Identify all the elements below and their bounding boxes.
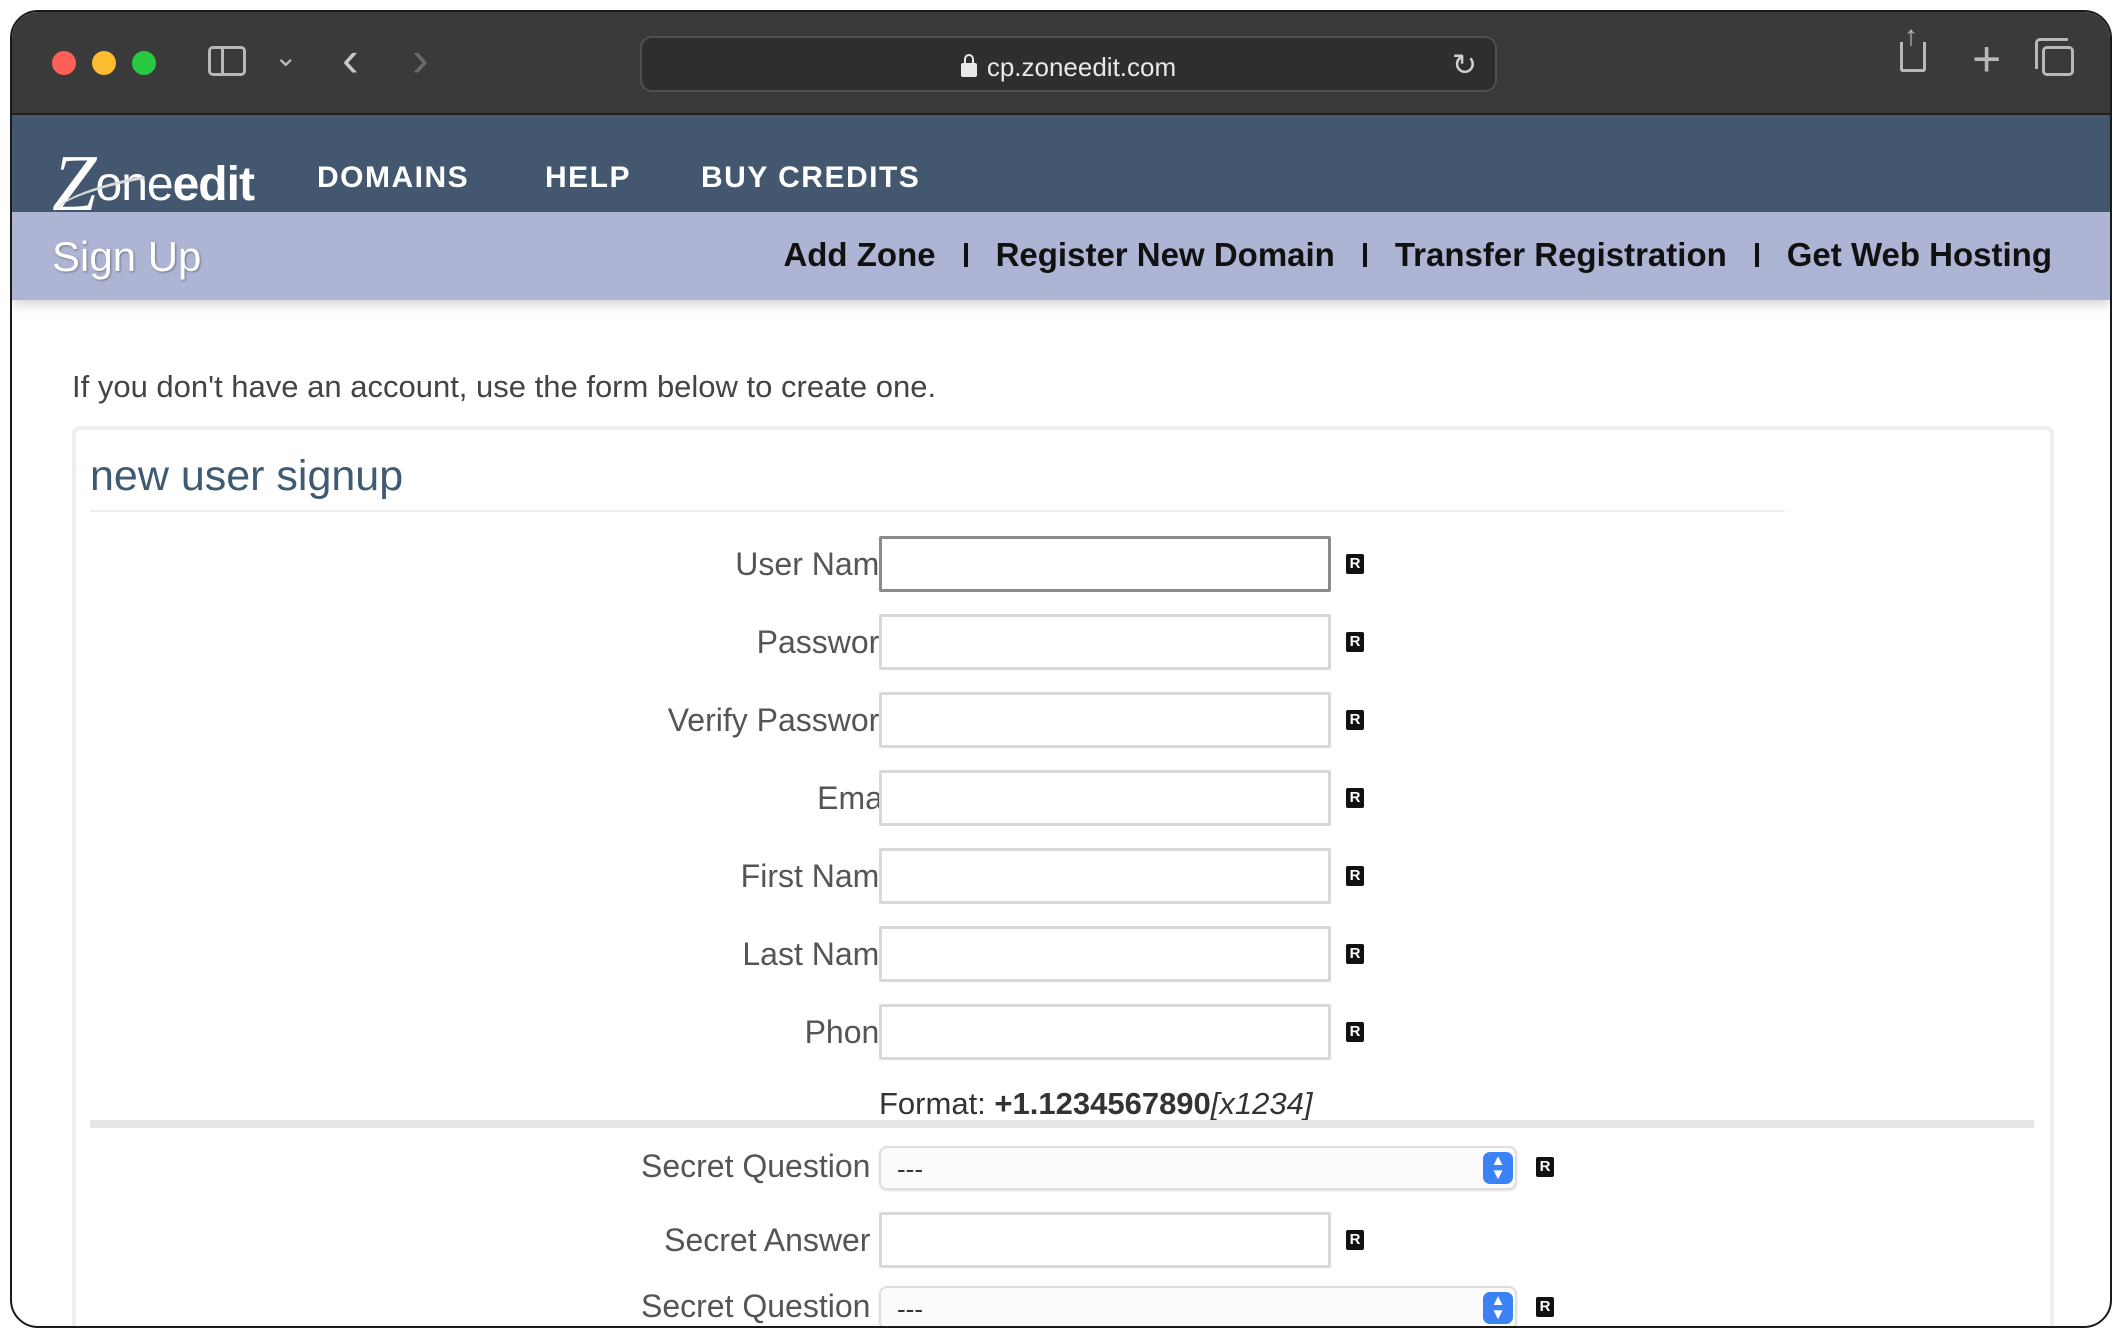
email-input[interactable]: [879, 770, 1331, 826]
last-name-row: Last Name: R: [76, 926, 2050, 982]
logo-edit: edit: [172, 158, 255, 211]
tab-overview-icon[interactable]: [2035, 38, 2074, 76]
subnav-links: Add Zone Register New Domain Transfer Re…: [783, 236, 2052, 274]
required-icon: R: [1346, 632, 1364, 652]
first-name-input[interactable]: [879, 848, 1331, 904]
required-icon: R: [1346, 1022, 1364, 1042]
site-header: Zoneedit DOMAINS HELP BUY CREDITS: [12, 115, 2110, 228]
minimize-window-button[interactable]: [92, 51, 116, 75]
url-text: cp.zoneedit.com: [986, 52, 1177, 82]
secret-question-2-label: Secret Question 2:: [640, 1288, 906, 1324]
secret-answer-1-row: Secret Answer 1: R: [76, 1212, 2050, 1268]
username-row: User Name: R: [76, 536, 2050, 592]
separator: [963, 243, 968, 267]
close-window-button[interactable]: [52, 51, 76, 75]
transfer-registration-link[interactable]: Transfer Registration: [1395, 236, 1727, 274]
last-name-input[interactable]: [879, 926, 1331, 982]
required-icon: R: [1536, 1157, 1554, 1177]
first-name-row: First Name: R: [76, 848, 2050, 904]
browser-window: ⌄ ‹ › cp.zoneedit.com ↻ + Zoneedit DOMAI…: [10, 10, 2112, 1328]
verify-password-row: Verify Password: R: [76, 692, 2050, 748]
title-divider: [90, 510, 1785, 512]
phone-row: Phone: R: [76, 1004, 2050, 1060]
zoneedit-logo[interactable]: Zoneedit: [50, 129, 255, 228]
nav-buy-credits[interactable]: BUY CREDITS: [701, 161, 920, 195]
required-icon: R: [1346, 788, 1364, 808]
separator: [1754, 243, 1759, 267]
secret-question-1-row: Secret Question 1: --- ▲ ▼ R: [76, 1142, 2050, 1198]
separator: [1362, 243, 1367, 267]
nav-domains[interactable]: DOMAINS: [317, 161, 469, 195]
secret-question-2-select[interactable]: --- ▲ ▼: [879, 1286, 1517, 1326]
required-icon: R: [1346, 710, 1364, 730]
sidebar-icon[interactable]: [208, 46, 246, 76]
format-extension: [x1234]: [1210, 1086, 1313, 1121]
required-icon: R: [1346, 1230, 1364, 1250]
format-example: +1.1234567890: [994, 1086, 1211, 1121]
register-new-domain-link[interactable]: Register New Domain: [996, 236, 1335, 274]
email-row: Email: R: [76, 770, 2050, 826]
address-bar[interactable]: cp.zoneedit.com ↻: [640, 36, 1497, 92]
select-value: ---: [897, 1154, 923, 1184]
verify-password-label: Verify Password:: [667, 702, 906, 738]
required-icon: R: [1536, 1297, 1554, 1317]
chevron-down-icon[interactable]: ⌄: [274, 40, 297, 73]
secret-question-2-row: Secret Question 2: --- ▲ ▼ R: [76, 1282, 2050, 1326]
password-row: Password: R: [76, 614, 2050, 670]
share-icon[interactable]: [1900, 20, 1926, 72]
add-zone-link[interactable]: Add Zone: [783, 236, 935, 274]
nav-help[interactable]: HELP: [545, 161, 631, 195]
address-text-wrap: cp.zoneedit.com: [642, 52, 1495, 83]
phone-input[interactable]: [879, 1004, 1331, 1060]
browser-toolbar: ⌄ ‹ › cp.zoneedit.com ↻ +: [12, 12, 2110, 115]
select-value: ---: [897, 1294, 923, 1324]
select-arrows-icon: ▲ ▼: [1483, 1152, 1513, 1184]
reload-icon[interactable]: ↻: [1452, 48, 1477, 83]
phone-format-hint: Format: +1.1234567890[x1234]: [879, 1086, 1313, 1122]
section-title: Sign Up: [52, 233, 202, 280]
forward-icon[interactable]: ›: [412, 30, 429, 88]
form-title: new user signup: [90, 452, 404, 500]
required-icon: R: [1346, 866, 1364, 886]
back-icon[interactable]: ‹: [342, 30, 359, 88]
sub-navigation: Sign Up Add Zone Register New Domain Tra…: [12, 212, 2110, 300]
intro-text: If you don't have an account, use the fo…: [72, 369, 937, 404]
required-icon: R: [1346, 944, 1364, 964]
new-tab-icon[interactable]: +: [1972, 30, 2001, 88]
secret-answer-1-label: Secret Answer 1:: [664, 1222, 906, 1258]
section-divider: [90, 1120, 2034, 1128]
secret-answer-1-input[interactable]: [879, 1212, 1331, 1268]
signup-form: new user signup User Name: R Password: R…: [72, 426, 2054, 1326]
get-web-hosting-link[interactable]: Get Web Hosting: [1787, 236, 2052, 274]
format-prefix: Format:: [879, 1086, 986, 1121]
verify-password-input[interactable]: [879, 692, 1331, 748]
select-arrows-icon: ▲ ▼: [1483, 1292, 1513, 1324]
username-input[interactable]: [879, 536, 1331, 592]
secret-question-1-label: Secret Question 1:: [640, 1148, 906, 1184]
lock-icon: [960, 54, 977, 77]
secret-question-1-select[interactable]: --- ▲ ▼: [879, 1146, 1517, 1190]
required-icon: R: [1346, 554, 1364, 574]
password-input[interactable]: [879, 614, 1331, 670]
zoom-window-button[interactable]: [132, 51, 156, 75]
